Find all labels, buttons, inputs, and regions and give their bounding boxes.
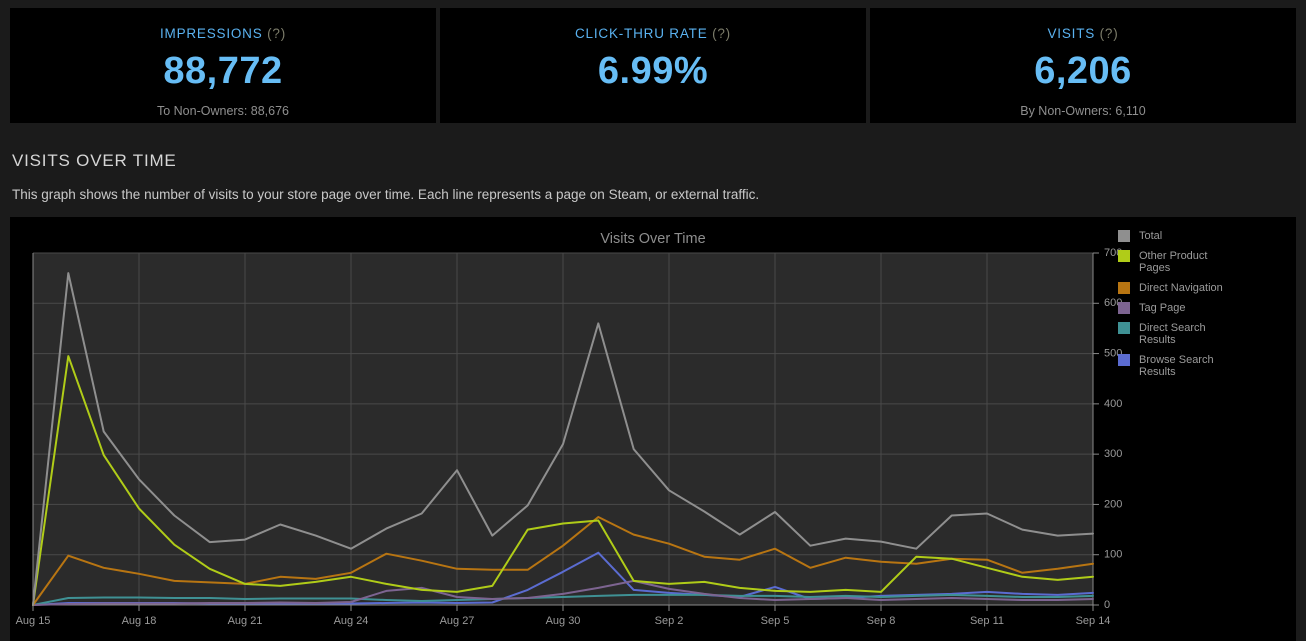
help-icon[interactable]: (?) [267, 26, 286, 41]
legend-label[interactable]: Tag Page [1139, 302, 1185, 314]
x-axis-tick-label: Sep 8 [867, 615, 896, 627]
legend-label[interactable]: Results [1139, 334, 1176, 346]
visits-over-time-chart[interactable]: 0100200300400500600700Aug 15 Aug 18 Aug 21… [10, 217, 1296, 641]
x-axis-tick-label: Aug 15 [16, 615, 51, 627]
stat-label-visits: VISITS (?) [1047, 26, 1118, 41]
section-header: VISITS OVER TIME This graph shows the nu… [0, 123, 1306, 202]
y-axis-tick-label: 200 [1104, 498, 1122, 510]
legend-label[interactable]: Browse Search [1139, 354, 1214, 366]
stat-card-visits: VISITS (?) 6,206 By Non-Owners: 6,110 [870, 8, 1296, 123]
x-axis-tick-label: Aug 27 [440, 615, 475, 627]
stat-value-click-thru-rate: 6.99% [597, 50, 709, 92]
stat-label-text: IMPRESSIONS [159, 26, 263, 41]
legend-swatch[interactable] [1118, 354, 1130, 366]
x-axis-tick-label: Aug 30 [546, 615, 581, 627]
page-title: VISITS OVER TIME [12, 151, 177, 170]
section-description: This graph shows the number of visits to… [12, 187, 760, 202]
stat-value-visits: 6,206 [1034, 50, 1132, 92]
stat-label-impressions: IMPRESSIONS (?) [160, 26, 286, 41]
x-axis-tick-label: Aug 24 [334, 615, 369, 627]
chart-body: 0 100 200 300 400 500 600 700 Aug 15 Aug 18 Aug 21… [10, 217, 1296, 641]
legend-swatch[interactable] [1118, 250, 1130, 262]
stat-sub-visits: By Non-Owners: 6,110 [1020, 104, 1146, 118]
stat-label-click-thru-rate: CLICK-THRU RATE (?) [575, 26, 731, 41]
x-axis-tick-label: Sep 5 [761, 615, 790, 627]
legend-label[interactable]: Other Product [1139, 250, 1207, 262]
help-icon[interactable]: (?) [712, 26, 731, 41]
help-icon[interactable]: (?) [1100, 26, 1119, 41]
legend-label[interactable]: Direct Navigation [1139, 282, 1223, 294]
legend-label[interactable]: Direct Search [1139, 322, 1206, 334]
stats-row: IMPRESSIONS (?) 88,772 To Non-Owners: 88… [0, 0, 1306, 123]
x-axis-tick-label: Sep 2 [655, 615, 684, 627]
y-axis-tick-label: 400 [1104, 398, 1122, 410]
chart-panel: Visits Over Time 0 100 200 300 400 500 600 700 A… [10, 217, 1296, 641]
x-axis-tick-label: Aug 18 [122, 615, 157, 627]
x-axis-tick-label: Sep 14 [1076, 615, 1111, 627]
x-axis-tick-label: Aug 21 [228, 615, 263, 627]
legend-swatch[interactable] [1118, 282, 1130, 294]
legend-swatch[interactable] [1118, 230, 1130, 242]
legend-swatch[interactable] [1118, 322, 1130, 334]
legend-label[interactable]: Total [1139, 230, 1162, 242]
stat-label-text: VISITS [1047, 26, 1096, 41]
stat-sub-impressions: To Non-Owners: 88,676 [156, 104, 289, 118]
legend-swatch[interactable] [1118, 302, 1130, 314]
y-axis-tick-label: 0 [1104, 599, 1110, 611]
legend-label[interactable]: Results [1139, 366, 1176, 378]
stat-value-impressions: 88,772 [163, 50, 283, 92]
stat-card-click-thru-rate: CLICK-THRU RATE (?) 6.99% [440, 8, 866, 123]
stat-label-text: CLICK-THRU RATE [575, 26, 708, 41]
stat-card-impressions: IMPRESSIONS (?) 88,772 To Non-Owners: 88… [10, 8, 436, 123]
x-axis-tick-label: Sep 11 [970, 615, 1004, 627]
y-axis-tick-label: 100 [1104, 549, 1122, 561]
y-axis-tick-label: 300 [1104, 448, 1122, 460]
legend-label[interactable]: Pages [1139, 262, 1171, 274]
